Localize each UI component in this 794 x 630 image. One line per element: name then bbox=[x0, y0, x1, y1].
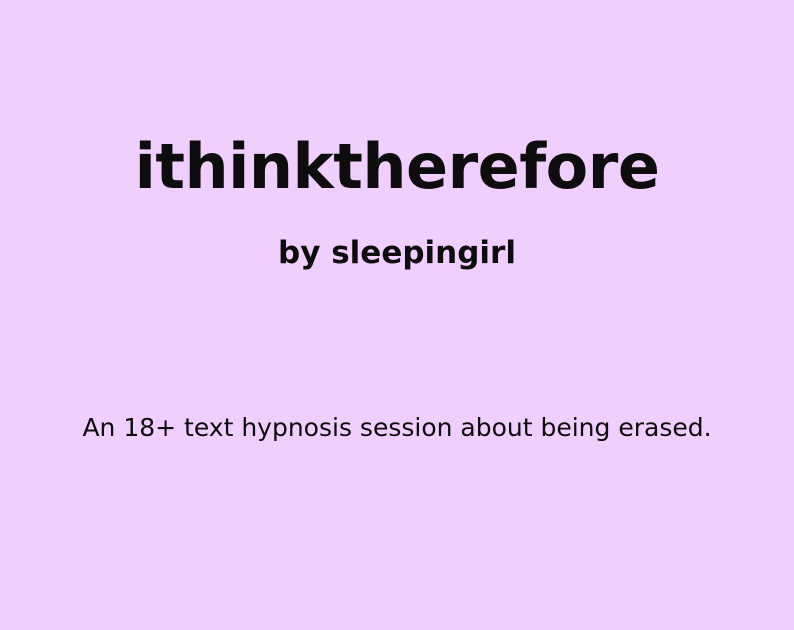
title-card: ithinktherefore by sleepingirl An 18+ te… bbox=[0, 0, 794, 630]
story-title: ithinktherefore bbox=[134, 130, 660, 203]
story-description: An 18+ text hypnosis session about being… bbox=[82, 413, 712, 442]
author-byline: by sleepingirl bbox=[278, 235, 516, 271]
